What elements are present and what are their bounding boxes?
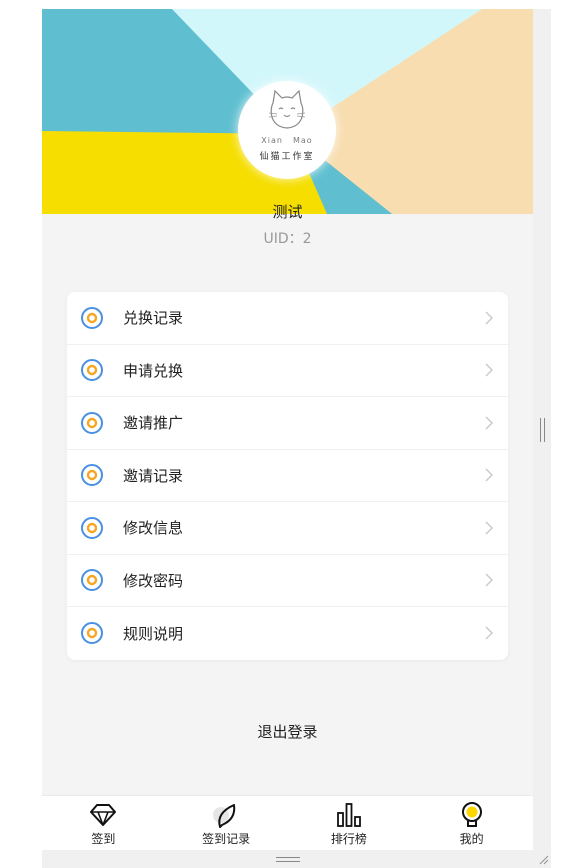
tab-leaderboard[interactable]: 排行榜: [288, 796, 411, 850]
chevron-right-icon: [485, 363, 493, 377]
logo-english-text: Xian Mao: [261, 136, 313, 145]
menu-item-label: 修改密码: [123, 571, 184, 590]
menu-item-label: 邀请推广: [123, 414, 184, 433]
avatar[interactable]: Xian Mao 仙猫工作室: [238, 81, 336, 179]
chevron-right-icon: [485, 521, 493, 535]
circle-dot-icon: [80, 463, 104, 487]
tab-check-in[interactable]: 签到: [42, 796, 165, 850]
circle-dot-icon: [80, 621, 104, 645]
lightbulb-icon: [458, 801, 486, 829]
settings-menu: 兑换记录 申请兑换 邀请推广 邀请记录 修改信息 修改密码 规则说明: [67, 292, 508, 660]
menu-item-exchange-records[interactable]: 兑换记录: [67, 292, 508, 345]
circle-dot-icon: [80, 306, 104, 330]
chevron-right-icon: [485, 416, 493, 430]
leaf-icon: [212, 801, 240, 829]
menu-item-invite-records[interactable]: 邀请记录: [67, 450, 508, 502]
chevron-right-icon: [485, 626, 493, 640]
chevron-right-icon: [485, 573, 493, 587]
logout-button[interactable]: 退出登录: [42, 721, 533, 742]
menu-item-apply-exchange[interactable]: 申请兑换: [67, 345, 508, 397]
circle-dot-icon: [80, 568, 104, 592]
menu-item-label: 规则说明: [123, 624, 184, 643]
tab-label: 我的: [459, 832, 484, 846]
cat-logo-icon: [268, 89, 306, 129]
tab-label: 签到: [91, 832, 116, 846]
circle-dot-icon: [80, 516, 104, 540]
username: 测试: [272, 203, 303, 221]
diamond-icon: [89, 801, 117, 829]
menu-item-rules[interactable]: 规则说明: [67, 607, 508, 660]
menu-item-label: 邀请记录: [123, 466, 184, 485]
bar-chart-icon: [335, 801, 363, 829]
tab-label: 签到记录: [202, 832, 251, 846]
circle-dot-icon: [80, 411, 104, 435]
bottom-tab-bar: 签到 签到记录 排行榜 我的: [42, 795, 533, 850]
phone-screen: Xian Mao 仙猫工作室 测试 UID：2 兑换记录 申请兑换 邀请推广 邀请…: [42, 9, 533, 850]
chevron-right-icon: [485, 468, 493, 482]
menu-item-label: 修改信息: [123, 519, 184, 538]
logo-chinese-text: 仙猫工作室: [259, 152, 315, 162]
menu-item-label: 兑换记录: [123, 309, 184, 328]
horizontal-resize-handle[interactable]: [276, 857, 300, 862]
profile-banner: Xian Mao 仙猫工作室: [42, 9, 533, 214]
tab-mine[interactable]: 我的: [410, 796, 533, 850]
circle-dot-icon: [80, 358, 104, 382]
vertical-resize-handle[interactable]: [540, 418, 545, 442]
tab-label: 排行榜: [330, 832, 367, 846]
resize-grip-icon[interactable]: [537, 853, 549, 865]
menu-item-label: 申请兑换: [123, 361, 184, 380]
chevron-right-icon: [485, 311, 493, 325]
user-id: UID：2: [263, 231, 312, 247]
menu-item-change-password[interactable]: 修改密码: [67, 555, 508, 607]
menu-item-invite-promotion[interactable]: 邀请推广: [67, 397, 508, 450]
tab-check-in-records[interactable]: 签到记录: [165, 796, 288, 850]
menu-item-edit-info[interactable]: 修改信息: [67, 502, 508, 555]
